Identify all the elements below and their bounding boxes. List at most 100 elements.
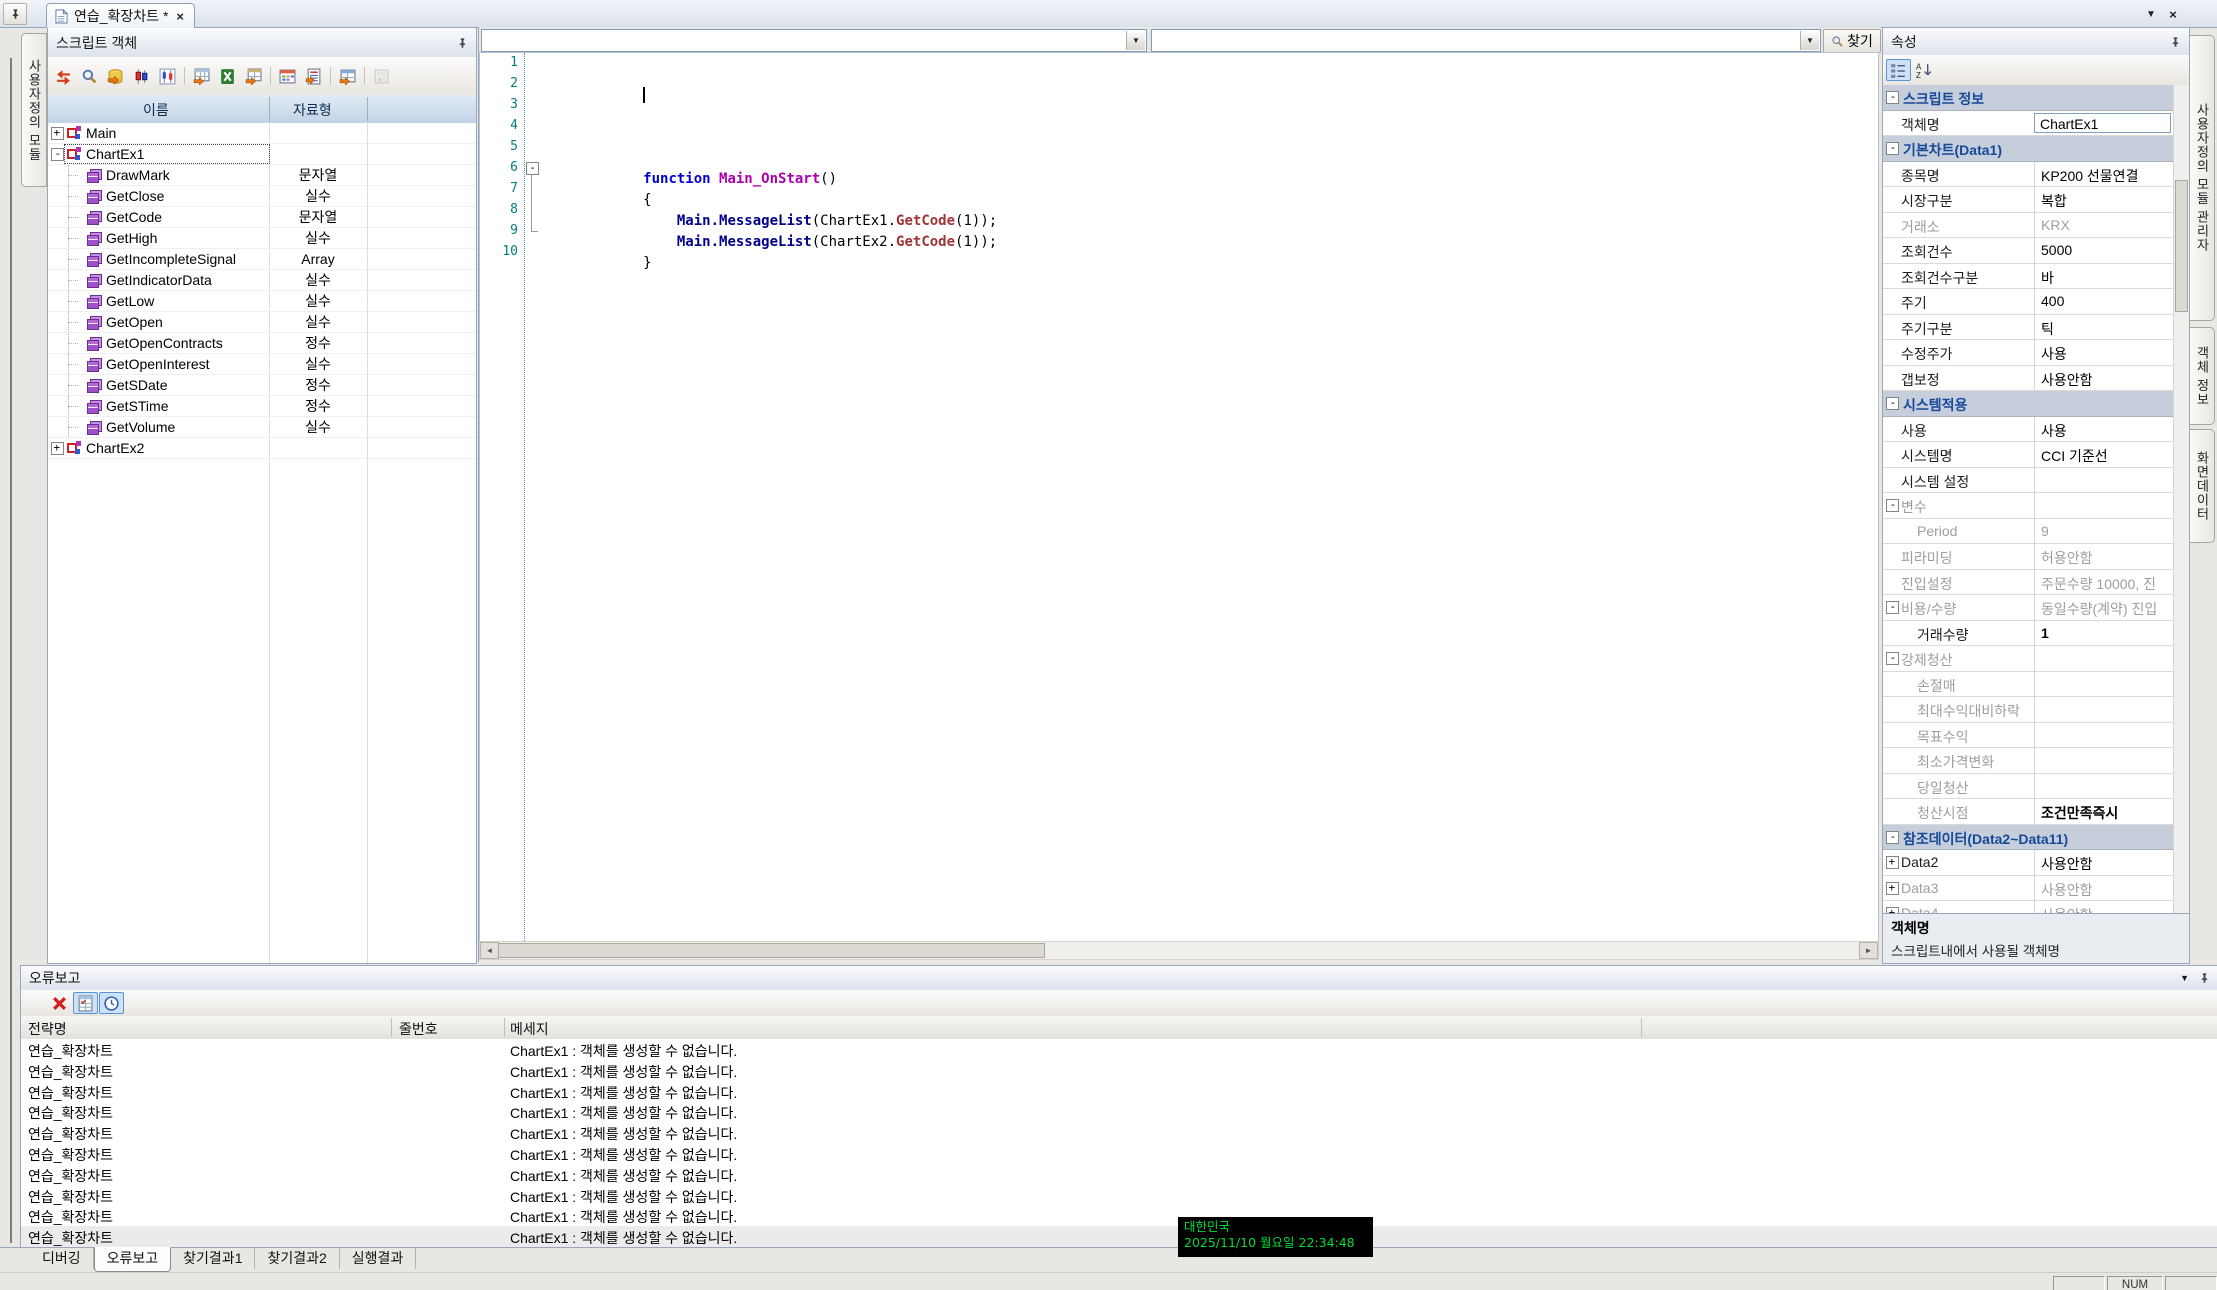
property-row[interactable]: 참조데이터(Data2~Data11) (1883, 825, 2173, 851)
expand-toggle-icon[interactable] (1886, 652, 1899, 665)
property-value[interactable]: 사용안함 (2034, 876, 2173, 901)
property-value[interactable] (2034, 697, 2173, 722)
calendar-icon[interactable] (275, 65, 300, 87)
scrollbar-thumb[interactable] (2175, 180, 2188, 312)
code-line[interactable]: 7 Main.MessageList(ChartEx1.GetCode(1)); (480, 179, 1878, 200)
property-row[interactable]: 최소가격변화 (1883, 748, 2173, 774)
tree-row[interactable]: GetIndicatorData 실수 (48, 270, 476, 291)
property-value[interactable]: CCI 기준선 (2034, 442, 2173, 467)
object-combobox[interactable]: ▼ (481, 29, 1147, 52)
property-row[interactable]: 거래수량 1 (1883, 621, 2173, 647)
property-value[interactable] (2034, 774, 2173, 799)
fold-marker[interactable] (525, 221, 539, 242)
expand-toggle-icon[interactable] (1886, 397, 1899, 410)
sidebar-tab-screen-data[interactable]: 화면데이터 (2190, 429, 2215, 543)
fold-marker[interactable] (525, 179, 539, 200)
property-row[interactable]: 피라미딩 허용안함 (1883, 544, 2173, 570)
vertical-scrollbar[interactable] (2173, 85, 2189, 922)
tree-row[interactable]: GetClose 실수 (48, 186, 476, 207)
fold-marker[interactable] (525, 137, 539, 158)
property-row[interactable]: 스크립트 정보 (1883, 85, 2173, 111)
property-row[interactable]: 시스템 설정 (1883, 468, 2173, 494)
chevron-down-icon[interactable]: ▼ (1126, 31, 1145, 50)
property-value[interactable]: 1 (2034, 621, 2173, 646)
table-export-icon[interactable] (189, 65, 214, 87)
coins-icon[interactable] (103, 65, 128, 87)
property-value[interactable] (2034, 748, 2173, 773)
tree-row[interactable]: GetVolume 실수 (48, 417, 476, 438)
scrollbar-thumb[interactable] (498, 943, 1045, 958)
error-row[interactable]: 연습_확장차트 ChartEx1 : 객체를 생성할 수 없습니다. (21, 1185, 2217, 1206)
expand-toggle-icon[interactable] (1886, 831, 1899, 844)
property-row[interactable]: 종목명 KP200 선물연결 (1883, 162, 2173, 188)
tab-list-dropdown[interactable]: ▼ (2142, 6, 2160, 22)
sort-az-icon[interactable]: AZ (1912, 59, 1937, 81)
property-row[interactable]: 변수 (1883, 493, 2173, 519)
column-type[interactable]: 자료형 (293, 100, 332, 120)
property-value[interactable]: 바 (2034, 264, 2173, 289)
event-combobox[interactable]: ▼ (1151, 29, 1821, 52)
tree-row[interactable]: GetSDate 정수 (48, 375, 476, 396)
expand-toggle-icon[interactable] (1886, 882, 1899, 895)
error-row[interactable]: 연습_확장차트 ChartEx1 : 객체를 생성할 수 없습니다. (21, 1060, 2217, 1081)
grid-report-icon[interactable] (73, 992, 98, 1014)
column-strategy[interactable]: 전략명 (28, 1019, 67, 1039)
tab-strip-close-icon[interactable]: × (2164, 6, 2182, 22)
property-row[interactable]: 진입설정 주문수량 10000, 진 (1883, 570, 2173, 596)
tree-row[interactable]: GetLow 실수 (48, 291, 476, 312)
delete-icon[interactable] (47, 992, 72, 1014)
property-row[interactable]: 강제청산 (1883, 646, 2173, 672)
error-row[interactable]: 연습_확장차트 ChartEx1 : 객체를 생성할 수 없습니다. (21, 1205, 2217, 1226)
tree-row[interactable]: ChartEx1 (48, 144, 476, 165)
property-value[interactable]: 복합 (2034, 187, 2173, 212)
fold-marker[interactable] (525, 95, 539, 116)
property-value[interactable] (2034, 672, 2173, 697)
code-line[interactable]: 3 (480, 95, 1878, 116)
code-line[interactable]: 10 (480, 242, 1878, 263)
code-line[interactable]: 9 } (480, 221, 1878, 242)
property-row[interactable]: 거래소 KRX (1883, 213, 2173, 239)
tree-row[interactable]: GetSTime 정수 (48, 396, 476, 417)
property-value[interactable]: 허용안함 (2034, 544, 2173, 569)
fold-marker[interactable] (525, 200, 539, 221)
property-value[interactable]: KRX (2034, 213, 2173, 238)
property-row[interactable]: 주기 400 (1883, 289, 2173, 315)
tree-row[interactable]: DrawMark 문자열 (48, 165, 476, 186)
property-row[interactable]: 갭보정 사용안함 (1883, 366, 2173, 392)
code-area[interactable]: 1 2 3 (479, 52, 1879, 942)
property-row[interactable]: 주기구분 틱 (1883, 315, 2173, 341)
tree-row[interactable]: GetHigh 실수 (48, 228, 476, 249)
property-row[interactable]: 조회건수 5000 (1883, 238, 2173, 264)
output-tab[interactable]: 오류보고 (94, 1247, 172, 1272)
sidebar-tab-object-info[interactable]: 객체 정보 (2190, 327, 2215, 425)
tree-row[interactable]: GetIncompleteSignal Array (48, 249, 476, 270)
error-row[interactable]: 연습_확장차트 ChartEx1 : 객체를 생성할 수 없습니다. (21, 1039, 2217, 1060)
table-view-icon[interactable] (335, 65, 360, 87)
output-tab[interactable]: 디버깅 (30, 1248, 94, 1269)
pin-button[interactable] (3, 3, 27, 25)
tree-row[interactable]: ChartEx2 (48, 438, 476, 459)
clock-icon[interactable] (99, 992, 124, 1014)
output-tab[interactable]: 찾기결과2 (255, 1248, 339, 1269)
property-row[interactable]: 최대수익대비하락 (1883, 697, 2173, 723)
report-list-icon[interactable] (301, 65, 326, 87)
tab-practice-extended-chart[interactable]: 연습_확장차트 * × (46, 3, 195, 28)
expand-toggle-icon[interactable] (51, 127, 64, 140)
pin-icon[interactable] (2199, 972, 2210, 984)
property-value[interactable]: 사용안함 (2034, 850, 2173, 875)
tab-close-icon[interactable]: × (174, 9, 186, 24)
output-tab[interactable]: 찾기결과1 (171, 1248, 255, 1269)
expand-toggle-icon[interactable] (1886, 601, 1899, 614)
expand-toggle-icon[interactable] (1886, 91, 1899, 104)
property-row[interactable]: 시스템명 CCI 기준선 (1883, 442, 2173, 468)
sidebar-tab-user-module-manager[interactable]: 사용자정의 모듈 관리자 (2190, 35, 2215, 321)
fold-marker[interactable] (525, 74, 539, 95)
error-row[interactable]: 연습_확장차트 ChartEx1 : 객체를 생성할 수 없습니다. (21, 1101, 2217, 1122)
tree-row[interactable]: GetOpenInterest 실수 (48, 354, 476, 375)
property-row[interactable]: 손절매 (1883, 672, 2173, 698)
property-value[interactable]: 사용안함 (2034, 366, 2173, 391)
property-value[interactable] (2034, 468, 2173, 493)
property-row[interactable]: Period 9 (1883, 519, 2173, 545)
swap-arrows-icon[interactable] (51, 65, 76, 87)
code-line[interactable]: 1 (480, 53, 1878, 74)
